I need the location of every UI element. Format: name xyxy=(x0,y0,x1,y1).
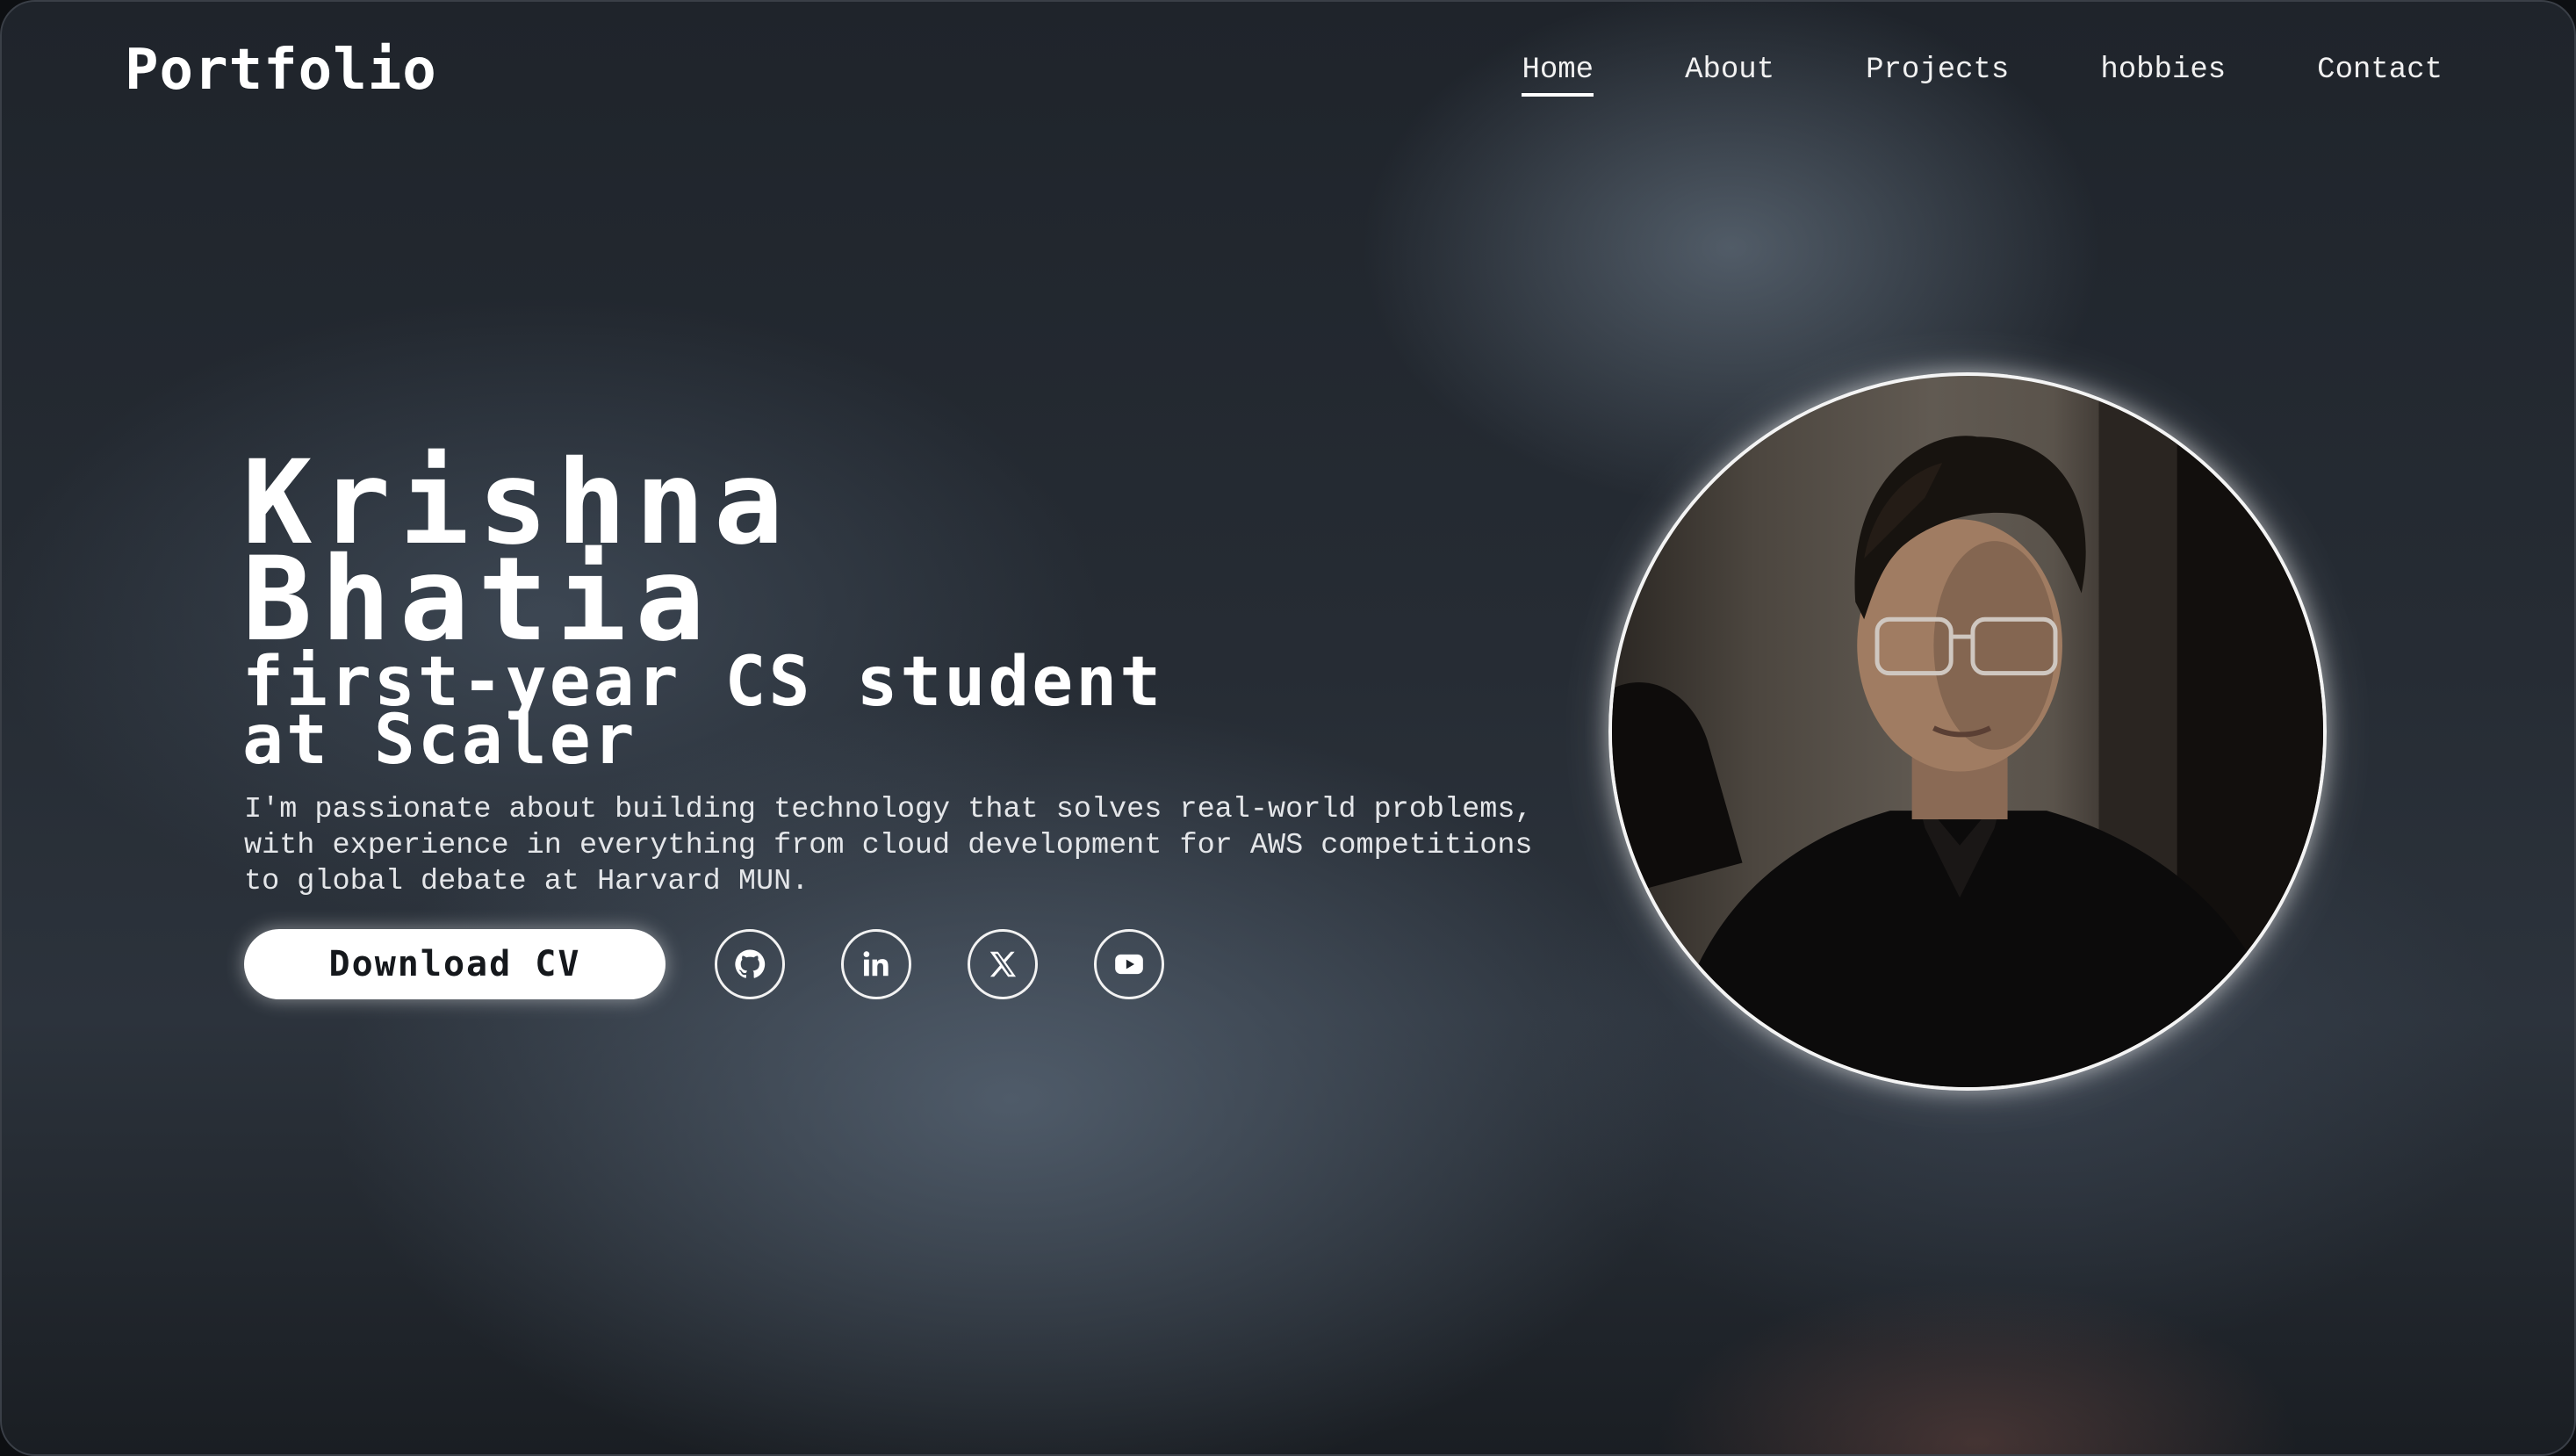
social-links xyxy=(715,929,1164,999)
linkedin-link[interactable] xyxy=(841,929,911,999)
github-icon xyxy=(735,949,766,978)
site-logo[interactable]: Portfolio xyxy=(125,35,437,105)
profile-photo xyxy=(1608,372,2327,1091)
nav-home-link[interactable]: Home xyxy=(1522,47,1594,97)
nav-contact-link[interactable]: Contact xyxy=(2317,47,2443,93)
x-icon xyxy=(989,951,1017,977)
download-cv-button[interactable]: Download CV xyxy=(244,929,666,999)
page-frame: Portfolio Home About Projects hobbies Co… xyxy=(0,0,2576,1456)
hero-name: Krishna Bhatia xyxy=(242,445,1559,658)
profile-photo-illustration xyxy=(1612,376,2323,1087)
youtube-icon xyxy=(1115,954,1143,975)
hero-section: Krishna Bhatia first-year CS student at … xyxy=(242,445,1559,900)
nav-projects-link[interactable]: Projects xyxy=(1866,47,2009,93)
hero-actions: Download CV xyxy=(244,929,1164,999)
linkedin-icon xyxy=(863,951,889,977)
github-link[interactable] xyxy=(715,929,785,999)
nav-hobbies-link[interactable]: hobbies xyxy=(2100,47,2226,93)
hero-description: I'm passionate about building technology… xyxy=(244,793,1533,898)
x-link[interactable] xyxy=(968,929,1038,999)
youtube-link[interactable] xyxy=(1094,929,1164,999)
main-nav: Home About Projects hobbies Contact xyxy=(1522,47,2443,100)
nav-about-link[interactable]: About xyxy=(1685,47,1774,93)
hero-tagline: first-year CS student at Scaler xyxy=(242,648,1559,775)
hero-tagline-line2: at Scaler xyxy=(242,701,637,780)
